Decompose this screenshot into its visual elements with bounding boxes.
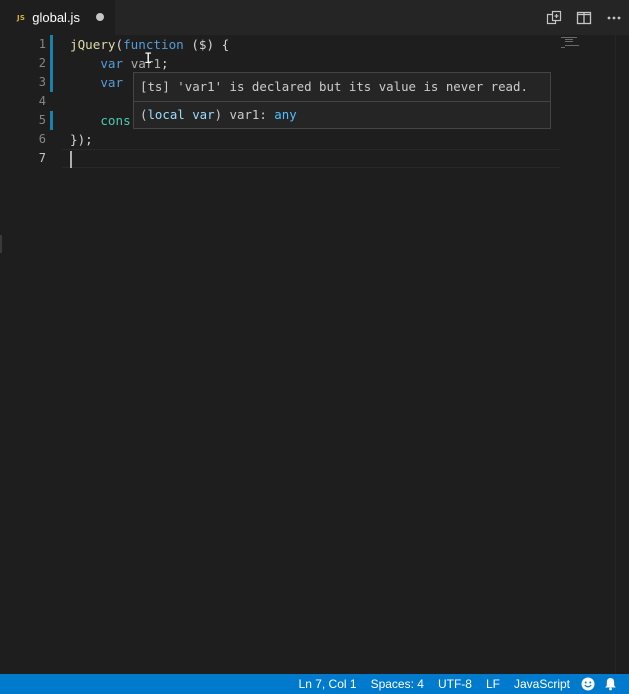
type-signature: (local var) var1: any xyxy=(140,106,297,124)
open-changes-button[interactable] xyxy=(539,0,569,35)
more-actions-icon xyxy=(607,16,621,19)
signature-type: any xyxy=(274,107,297,122)
file-encoding[interactable]: UTF-8 xyxy=(431,674,479,694)
code-token: ( xyxy=(115,37,124,52)
code-token: function xyxy=(123,37,184,52)
git-modified-marker[interactable] xyxy=(50,54,53,73)
vertical-scrollbar[interactable] xyxy=(615,35,629,674)
minimap[interactable] xyxy=(560,35,615,674)
notifications-button[interactable] xyxy=(599,674,621,694)
cursor-position[interactable]: Ln 7, Col 1 xyxy=(292,674,364,694)
code-token: ($) { xyxy=(183,37,230,52)
signature-kind: local var xyxy=(147,107,215,122)
editor-tab-bar: JS global.js xyxy=(0,0,629,35)
more-actions-button[interactable] xyxy=(599,0,629,35)
line-number: 4 xyxy=(38,94,46,108)
diagnostic-message: [ts] 'var1' is declared but its value is… xyxy=(140,79,528,94)
git-modified-marker[interactable] xyxy=(50,73,53,92)
minimap-line xyxy=(565,41,573,42)
line-number: 2 xyxy=(38,56,46,70)
code-token: cons xyxy=(100,113,131,128)
tab-global-js[interactable]: JS global.js xyxy=(0,0,115,35)
code-token: ; xyxy=(161,56,169,71)
indentation-setting[interactable]: Spaces: 4 xyxy=(364,674,431,694)
line-ending[interactable]: LF xyxy=(479,674,507,694)
minimap-line xyxy=(565,45,579,46)
feedback-button[interactable] xyxy=(577,674,599,694)
line-number: 5 xyxy=(38,113,46,127)
tab-file-name: global.js xyxy=(32,10,80,25)
minimap-line xyxy=(565,39,573,40)
code-line-5: cons xyxy=(70,111,131,130)
hover-tooltip: [ts] 'var1' is declared but its value is… xyxy=(133,72,551,129)
code-token: var xyxy=(100,56,124,71)
language-mode[interactable]: JavaScript xyxy=(507,674,577,694)
code-token: jQuery xyxy=(70,37,116,52)
open-changes-icon xyxy=(546,10,562,24)
text-cursor xyxy=(70,151,72,168)
sash-handle[interactable] xyxy=(0,235,2,253)
mouse-ibeam-icon: I xyxy=(144,51,153,67)
javascript-file-icon: JS xyxy=(17,13,26,22)
line-number: 3 xyxy=(38,75,46,89)
feedback-smiley-icon xyxy=(581,677,595,691)
minimap-line xyxy=(561,37,577,38)
code-line-3: var xyxy=(70,73,123,92)
hover-divider xyxy=(134,101,550,102)
signature-name: ) var1: xyxy=(214,107,275,122)
line-number: 6 xyxy=(38,132,46,146)
line-number-gutter[interactable]: 1 2 3 4 5 6 7 xyxy=(0,35,62,674)
editor-actions xyxy=(539,0,629,35)
code-token: var xyxy=(100,75,124,90)
status-bar: Ln 7, Col 1 Spaces: 4 UTF-8 LF JavaScrip… xyxy=(0,674,629,694)
minimap-line xyxy=(561,47,565,48)
git-modified-marker[interactable] xyxy=(50,111,53,130)
code-token: }); xyxy=(70,132,93,147)
code-line-2: var var1; xyxy=(70,54,169,73)
line-number-active: 7 xyxy=(38,151,46,165)
unsaved-dot-icon[interactable] xyxy=(96,13,104,21)
code-editor[interactable]: 1 2 3 4 5 6 7 jQuery(function ($) { var … xyxy=(0,35,629,674)
code-line-6: }); xyxy=(70,130,93,149)
code-lines[interactable]: jQuery(function ($) { var var1; var cons… xyxy=(70,35,559,674)
split-editor-icon xyxy=(576,11,592,24)
git-modified-marker[interactable] xyxy=(50,35,53,54)
notifications-bell-icon xyxy=(604,678,616,691)
line-number: 1 xyxy=(38,37,46,51)
split-editor-button[interactable] xyxy=(569,0,599,35)
